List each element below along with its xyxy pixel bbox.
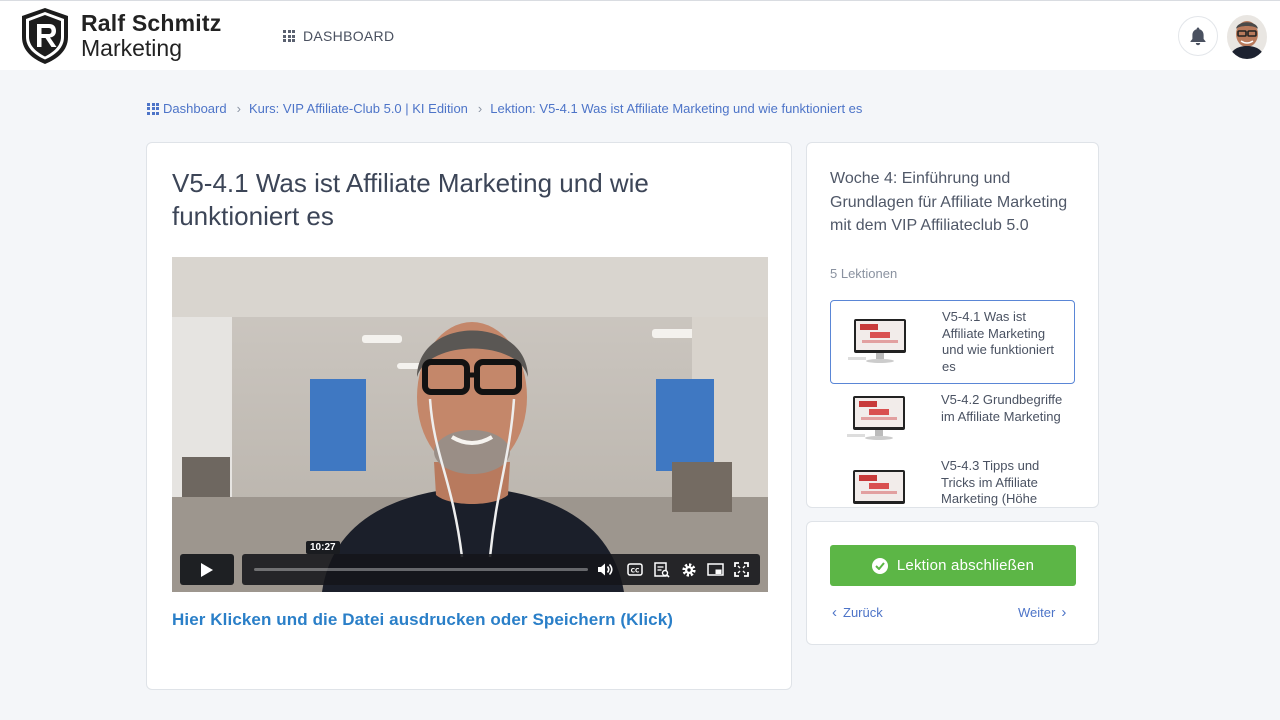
logo-subtitle: Marketing <box>81 35 182 61</box>
lesson-card: V5-4.1 Was ist Affiliate Marketing und w… <box>146 142 792 690</box>
breadcrumb: Dashboard › Kurs: VIP Affiliate-Club 5.0… <box>147 101 862 116</box>
shield-logo-icon <box>22 8 68 64</box>
picture-in-picture-icon[interactable] <box>707 561 724 578</box>
chevron-right-icon: › <box>236 101 241 116</box>
play-button[interactable] <box>180 554 234 585</box>
breadcrumb-item-dashboard[interactable]: Dashboard <box>163 101 227 116</box>
volume-icon[interactable] <box>597 561 614 578</box>
user-avatar[interactable] <box>1227 15 1267 59</box>
lesson-navigation-card: Lektion abschließen ‹ Zurück Weiter › <box>806 521 1099 645</box>
complete-lesson-label: Lektion abschließen <box>896 557 1035 574</box>
play-icon <box>201 562 213 577</box>
time-tooltip: 10:27 <box>306 541 340 554</box>
lesson-thumbnail <box>847 396 905 440</box>
chevron-right-icon: › <box>1061 604 1067 621</box>
lesson-title: V5-4.1 Was ist Affiliate Marketing und w… <box>172 168 649 231</box>
module-title: Woche 4: Einführung und Grundlagen für A… <box>830 170 1068 234</box>
lesson-list-item[interactable]: V5-4.3 Tipps und Tricks im Affiliate Mar… <box>830 450 1075 507</box>
video-frame <box>172 257 768 592</box>
nav-dashboard-label: DASHBOARD <box>303 28 395 44</box>
module-sidebar: Woche 4: Einführung und Grundlagen für A… <box>806 142 1099 508</box>
brand-logo[interactable]: Ralf Schmitz Marketing <box>20 7 221 65</box>
control-bar: 10:27 CC <box>242 541 760 585</box>
lesson-list-item[interactable]: V5-4.1 Was ist Affiliate Marketing und w… <box>830 300 1075 384</box>
transcript-icon[interactable] <box>653 561 670 578</box>
next-label: Weiter <box>1018 605 1056 620</box>
previous-label: Zurück <box>843 605 883 620</box>
chevron-left-icon: ‹ <box>832 604 837 621</box>
video-progress-bar[interactable] <box>254 568 588 571</box>
download-file-link[interactable]: Hier Klicken und die Datei ausdrucken od… <box>172 610 673 630</box>
chevron-right-icon: › <box>477 101 483 116</box>
breadcrumb-item-lesson[interactable]: Lektion: V5-4.1 Was ist Affiliate Market… <box>490 101 862 116</box>
bell-icon <box>1190 27 1206 46</box>
svg-text:CC: CC <box>630 567 639 574</box>
lesson-count: 5 Lektionen <box>830 266 898 281</box>
lesson-thumbnail <box>853 470 905 504</box>
next-lesson-link[interactable]: Weiter › <box>1018 604 1066 621</box>
nav-dashboard-link[interactable]: DASHBOARD <box>283 28 394 44</box>
logo-title: Ralf Schmitz <box>81 10 222 36</box>
lesson-thumbnail <box>848 319 906 363</box>
grid-icon <box>283 30 295 42</box>
top-bar: Ralf Schmitz Marketing DASHBOARD <box>0 0 1280 70</box>
avatar-image <box>1227 15 1267 59</box>
breadcrumb-item-course[interactable]: Kurs: VIP Affiliate-Club 5.0 | KI Editio… <box>249 101 468 116</box>
video-player[interactable]: 10:27 CC <box>172 257 768 592</box>
video-controls: 10:27 CC <box>180 541 760 585</box>
fullscreen-icon[interactable] <box>733 561 750 578</box>
grid-icon <box>147 102 159 115</box>
captions-icon[interactable]: CC <box>626 561 643 578</box>
previous-lesson-link[interactable]: ‹ Zurück <box>832 604 883 621</box>
lesson-item-label: V5-4.3 Tipps und Tricks im Affiliate Mar… <box>941 458 1040 506</box>
lesson-item-label: V5-4.1 Was ist Affiliate Marketing und w… <box>942 309 1055 374</box>
notifications-button[interactable] <box>1178 16 1218 56</box>
lesson-item-label: V5-4.2 Grundbegriffe im Affiliate Market… <box>941 392 1063 424</box>
check-circle-icon <box>871 557 888 574</box>
complete-lesson-button[interactable]: Lektion abschließen <box>830 545 1076 586</box>
settings-gear-icon[interactable] <box>680 561 697 578</box>
